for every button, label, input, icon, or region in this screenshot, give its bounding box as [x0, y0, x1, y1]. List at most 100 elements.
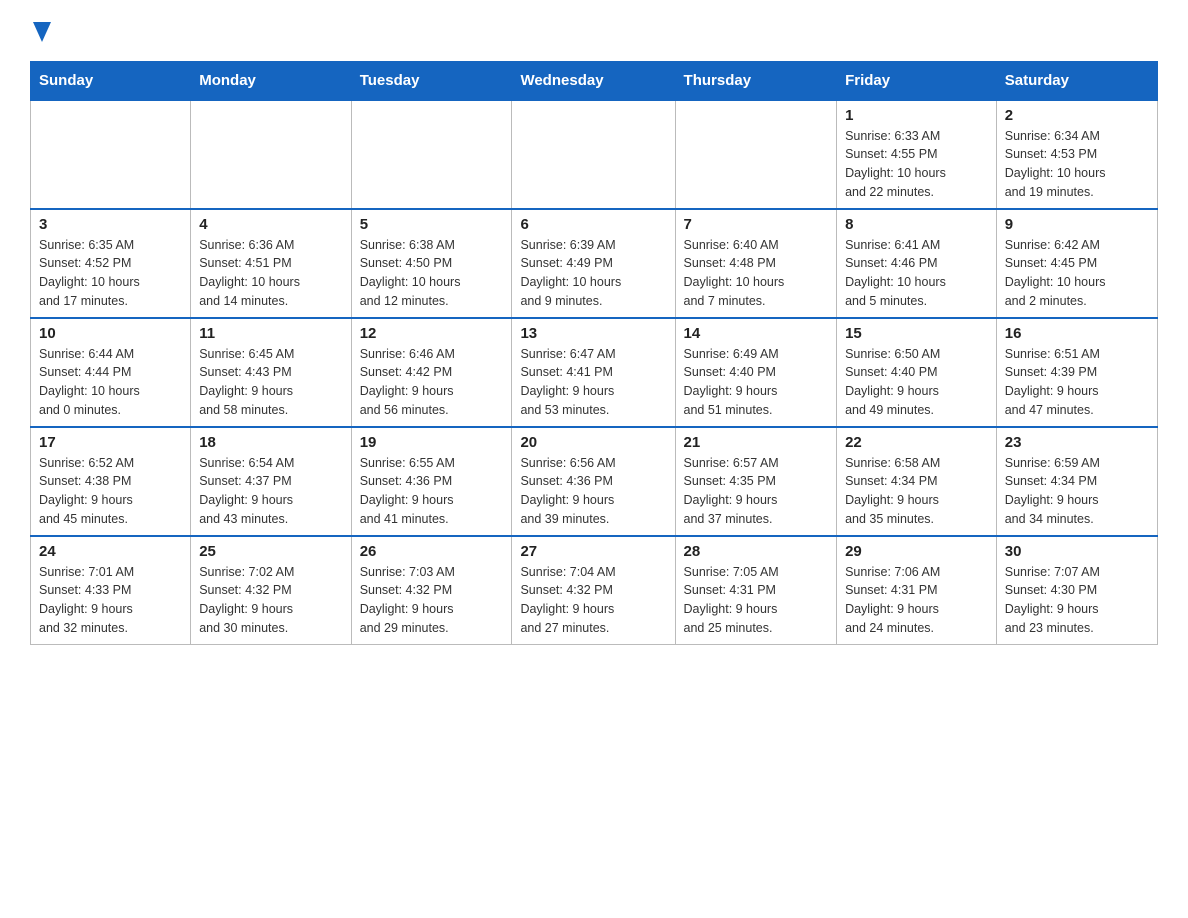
- calendar-day-cell: 2 Sunrise: 6:34 AM Sunset: 4:53 PM Daylig…: [996, 100, 1157, 209]
- weekday-header-saturday: Saturday: [996, 61, 1157, 100]
- calendar-day-cell: 21 Sunrise: 6:57 AM Sunset: 4:35 PM Dayli…: [675, 427, 837, 536]
- calendar-day-cell: 29Sunrise: 7:06 AM Sunset: 4:31 PM Dayli…: [837, 536, 997, 645]
- calendar-week-row: 10 Sunrise: 6:44 AM Sunset: 4:44 PM Dayli…: [31, 318, 1158, 427]
- day-info: Sunrise: 6:59 AM Sunset: 4:34 PM Dayligh…: [1005, 454, 1149, 529]
- day-number: 7: [684, 216, 829, 233]
- day-number: 30: [1005, 543, 1149, 560]
- day-info: Sunrise: 6:56 AM Sunset: 4:36 PM Dayligh…: [520, 454, 666, 529]
- day-number: 16: [1005, 325, 1149, 342]
- calendar-day-cell: 17 Sunrise: 6:52 AM Sunset: 4:38 PM Dayli…: [31, 427, 191, 536]
- day-number: 21: [684, 434, 829, 451]
- calendar-day-cell: [351, 100, 512, 209]
- calendar-week-row: 1Sunrise: 6:33 AM Sunset: 4:55 PM Daylig…: [31, 100, 1158, 209]
- day-number: 8: [845, 216, 988, 233]
- calendar-day-cell: 10 Sunrise: 6:44 AM Sunset: 4:44 PM Dayli…: [31, 318, 191, 427]
- calendar-week-row: 24 Sunrise: 7:01 AM Sunset: 4:33 PM Dayli…: [31, 536, 1158, 645]
- weekday-header-friday: Friday: [837, 61, 997, 100]
- day-number: 13: [520, 325, 666, 342]
- day-info: Sunrise: 7:03 AM Sunset: 4:32 PM Dayligh…: [360, 563, 504, 638]
- day-number: 22: [845, 434, 988, 451]
- day-number: 19: [360, 434, 504, 451]
- day-info: Sunrise: 6:47 AM Sunset: 4:41 PM Dayligh…: [520, 345, 666, 420]
- day-number: 24: [39, 543, 182, 560]
- day-number: 17: [39, 434, 182, 451]
- day-number: 26: [360, 543, 504, 560]
- weekday-header-sunday: Sunday: [31, 61, 191, 100]
- calendar-day-cell: 26 Sunrise: 7:03 AM Sunset: 4:32 PM Dayli…: [351, 536, 512, 645]
- logo: [30, 20, 51, 43]
- day-number: 14: [684, 325, 829, 342]
- day-info: Sunrise: 7:05 AM Sunset: 4:31 PM Dayligh…: [684, 563, 829, 638]
- day-number: 4: [199, 216, 342, 233]
- day-number: 12: [360, 325, 504, 342]
- calendar-day-cell: 14 Sunrise: 6:49 AM Sunset: 4:40 PM Dayli…: [675, 318, 837, 427]
- day-number: 11: [199, 325, 342, 342]
- calendar-day-cell: 12 Sunrise: 6:46 AM Sunset: 4:42 PM Dayli…: [351, 318, 512, 427]
- calendar-day-cell: 18 Sunrise: 6:54 AM Sunset: 4:37 PM Dayli…: [191, 427, 351, 536]
- day-number: 23: [1005, 434, 1149, 451]
- calendar-day-cell: 22 Sunrise: 6:58 AM Sunset: 4:34 PM Dayli…: [837, 427, 997, 536]
- weekday-header-thursday: Thursday: [675, 61, 837, 100]
- day-number: 10: [39, 325, 182, 342]
- day-number: 2: [1005, 107, 1149, 124]
- day-info: Sunrise: 6:41 AM Sunset: 4:46 PM Dayligh…: [845, 236, 988, 311]
- day-info: Sunrise: 6:45 AM Sunset: 4:43 PM Dayligh…: [199, 345, 342, 420]
- day-info: Sunrise: 6:55 AM Sunset: 4:36 PM Dayligh…: [360, 454, 504, 529]
- calendar-table: SundayMondayTuesdayWednesdayThursdayFrid…: [30, 61, 1158, 645]
- calendar-day-cell: 19 Sunrise: 6:55 AM Sunset: 4:36 PM Dayli…: [351, 427, 512, 536]
- page-header: [30, 20, 1158, 43]
- day-info: Sunrise: 6:39 AM Sunset: 4:49 PM Dayligh…: [520, 236, 666, 311]
- day-number: 6: [520, 216, 666, 233]
- day-number: 27: [520, 543, 666, 560]
- calendar-day-cell: 13 Sunrise: 6:47 AM Sunset: 4:41 PM Dayli…: [512, 318, 675, 427]
- calendar-day-cell: 28 Sunrise: 7:05 AM Sunset: 4:31 PM Dayli…: [675, 536, 837, 645]
- calendar-day-cell: [191, 100, 351, 209]
- calendar-day-cell: 11 Sunrise: 6:45 AM Sunset: 4:43 PM Dayli…: [191, 318, 351, 427]
- weekday-header-tuesday: Tuesday: [351, 61, 512, 100]
- calendar-day-cell: 30 Sunrise: 7:07 AM Sunset: 4:30 PM Dayli…: [996, 536, 1157, 645]
- calendar-week-row: 17 Sunrise: 6:52 AM Sunset: 4:38 PM Dayli…: [31, 427, 1158, 536]
- day-info: Sunrise: 6:50 AM Sunset: 4:40 PM Dayligh…: [845, 345, 988, 420]
- calendar-day-cell: [512, 100, 675, 209]
- day-info: Sunrise: 6:38 AM Sunset: 4:50 PM Dayligh…: [360, 236, 504, 311]
- day-info: Sunrise: 6:51 AM Sunset: 4:39 PM Dayligh…: [1005, 345, 1149, 420]
- calendar-day-cell: 3 Sunrise: 6:35 AM Sunset: 4:52 PM Daylig…: [31, 209, 191, 318]
- calendar-day-cell: 8 Sunrise: 6:41 AM Sunset: 4:46 PM Daylig…: [837, 209, 997, 318]
- day-info: Sunrise: 6:46 AM Sunset: 4:42 PM Dayligh…: [360, 345, 504, 420]
- day-info: Sunrise: 7:02 AM Sunset: 4:32 PM Dayligh…: [199, 563, 342, 638]
- day-info: Sunrise: 6:49 AM Sunset: 4:40 PM Dayligh…: [684, 345, 829, 420]
- day-info: Sunrise: 6:58 AM Sunset: 4:34 PM Dayligh…: [845, 454, 988, 529]
- calendar-day-cell: 9Sunrise: 6:42 AM Sunset: 4:45 PM Daylig…: [996, 209, 1157, 318]
- day-number: 18: [199, 434, 342, 451]
- day-info: Sunrise: 6:54 AM Sunset: 4:37 PM Dayligh…: [199, 454, 342, 529]
- calendar-day-cell: 5 Sunrise: 6:38 AM Sunset: 4:50 PM Daylig…: [351, 209, 512, 318]
- day-info: Sunrise: 6:52 AM Sunset: 4:38 PM Dayligh…: [39, 454, 182, 529]
- day-number: 1: [845, 107, 988, 124]
- day-info: Sunrise: 6:36 AM Sunset: 4:51 PM Dayligh…: [199, 236, 342, 311]
- calendar-day-cell: 6 Sunrise: 6:39 AM Sunset: 4:49 PM Daylig…: [512, 209, 675, 318]
- calendar-header-row: SundayMondayTuesdayWednesdayThursdayFrid…: [31, 61, 1158, 100]
- calendar-day-cell: 15Sunrise: 6:50 AM Sunset: 4:40 PM Dayli…: [837, 318, 997, 427]
- calendar-day-cell: 16 Sunrise: 6:51 AM Sunset: 4:39 PM Dayli…: [996, 318, 1157, 427]
- day-info: Sunrise: 7:04 AM Sunset: 4:32 PM Dayligh…: [520, 563, 666, 638]
- calendar-day-cell: 25Sunrise: 7:02 AM Sunset: 4:32 PM Dayli…: [191, 536, 351, 645]
- day-number: 5: [360, 216, 504, 233]
- calendar-day-cell: 7 Sunrise: 6:40 AM Sunset: 4:48 PM Daylig…: [675, 209, 837, 318]
- day-number: 29: [845, 543, 988, 560]
- day-info: Sunrise: 7:01 AM Sunset: 4:33 PM Dayligh…: [39, 563, 182, 638]
- calendar-day-cell: 27 Sunrise: 7:04 AM Sunset: 4:32 PM Dayli…: [512, 536, 675, 645]
- day-info: Sunrise: 6:35 AM Sunset: 4:52 PM Dayligh…: [39, 236, 182, 311]
- calendar-day-cell: [31, 100, 191, 209]
- day-info: Sunrise: 6:42 AM Sunset: 4:45 PM Dayligh…: [1005, 236, 1149, 311]
- day-number: 20: [520, 434, 666, 451]
- day-info: Sunrise: 6:34 AM Sunset: 4:53 PM Dayligh…: [1005, 127, 1149, 202]
- day-info: Sunrise: 7:07 AM Sunset: 4:30 PM Dayligh…: [1005, 563, 1149, 638]
- calendar-day-cell: 24 Sunrise: 7:01 AM Sunset: 4:33 PM Dayli…: [31, 536, 191, 645]
- day-info: Sunrise: 6:44 AM Sunset: 4:44 PM Dayligh…: [39, 345, 182, 420]
- day-info: Sunrise: 6:57 AM Sunset: 4:35 PM Dayligh…: [684, 454, 829, 529]
- day-info: Sunrise: 6:40 AM Sunset: 4:48 PM Dayligh…: [684, 236, 829, 311]
- weekday-header-wednesday: Wednesday: [512, 61, 675, 100]
- calendar-day-cell: 1Sunrise: 6:33 AM Sunset: 4:55 PM Daylig…: [837, 100, 997, 209]
- day-number: 28: [684, 543, 829, 560]
- day-number: 3: [39, 216, 182, 233]
